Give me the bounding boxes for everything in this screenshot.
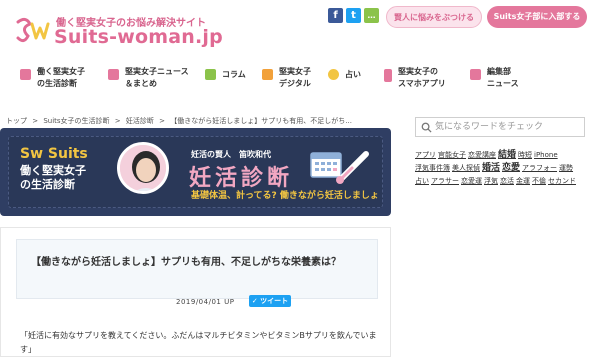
tag-link[interactable]: アプリ xyxy=(415,149,436,162)
nav-item-app[interactable]: 堅実女子の スマホアプリ xyxy=(384,60,446,90)
tag-link[interactable]: アラサー xyxy=(431,175,459,188)
book-icon xyxy=(205,69,216,80)
join-club-button[interactable]: Suits女子部に入部する xyxy=(487,6,587,28)
nav-label: 堅実女子 デジタル xyxy=(279,67,311,88)
article-header: 【働きながら妊活しましょ】サプリも有用、不足しがちな栄養素は？ xyxy=(16,239,378,299)
tablet-icon xyxy=(262,69,273,80)
banner-author: 妊活の賢人 笛吹和代 xyxy=(191,150,271,159)
twitter-icon[interactable]: t xyxy=(346,8,361,23)
breadcrumb-top[interactable]: トップ xyxy=(6,117,27,125)
star-icon xyxy=(328,69,339,80)
tag-link[interactable]: 婚活 xyxy=(482,162,500,175)
author-photo xyxy=(117,142,169,194)
site-logo[interactable]: Suits-woman.jp xyxy=(54,26,223,48)
tag-link[interactable]: 占い xyxy=(415,175,429,188)
article-date: 2019/04/01 UP xyxy=(176,298,235,306)
tag-link[interactable]: 金運 xyxy=(516,175,530,188)
tag-link[interactable]: セカンド xyxy=(548,175,576,188)
search-box xyxy=(415,117,585,137)
nav-item-editorial[interactable]: 編集部 ニュース xyxy=(470,60,519,90)
nav-label: 編集部 ニュース xyxy=(487,67,519,88)
tag-link[interactable]: アラフォー xyxy=(522,162,557,175)
tag-link[interactable]: 美人探偵 xyxy=(452,162,480,175)
article: 【働きながら妊活しましょ】サプリも有用、不足しがちな栄養素は？ 2019/04/… xyxy=(0,227,391,357)
tag-link[interactable]: 浮気 xyxy=(484,175,498,188)
breadcrumb-separator: > xyxy=(32,117,39,125)
breadcrumb-separator: > xyxy=(114,117,121,125)
search-input[interactable] xyxy=(435,119,583,135)
nav-item-column[interactable]: コラム xyxy=(205,60,246,81)
tag-link[interactable]: 恋愛 xyxy=(502,162,520,175)
twitter-icon: ✓ xyxy=(251,297,261,305)
news-icon xyxy=(108,69,119,80)
tag-link[interactable]: iPhone xyxy=(534,149,558,162)
nav-item-digital[interactable]: 堅実女子 デジタル xyxy=(262,60,311,90)
nav-item-diagnosis[interactable]: 働く堅実女子 の生活診断 xyxy=(20,60,85,90)
site-header: 働く堅実女子のお悩み解決サイト Suits-woman.jp f t … 賢人に… xyxy=(0,0,600,58)
nav-label: 堅実女子の スマホアプリ xyxy=(398,67,446,88)
thermometer-icon xyxy=(336,151,369,184)
tag-cloud: アプリ 官能女子 恋愛講座 結婚 時短 iPhone 浮気事件簿 美人探偵 婚活 恋愛 アラフォー運… xyxy=(415,149,590,188)
banner-subtitle: 働く堅実女子 の生活診断 xyxy=(20,164,86,191)
tag-link[interactable]: 浮気事件簿 xyxy=(415,162,450,175)
breadcrumb-separator: > xyxy=(159,117,166,125)
breadcrumb-current: 【働きながら妊活しましょ】サプリも有用、不足しがち... xyxy=(170,117,352,125)
fertility-diagnosis-banner[interactable]: Sw Suits 働く堅実女子 の生活診断 妊活の賢人 笛吹和代 妊活診断 基礎… xyxy=(0,128,391,216)
breadcrumb-diagnosis[interactable]: Suits女子の生活診断 xyxy=(43,117,109,125)
nav-item-news[interactable]: 堅実女子ニュース ＆まとめ xyxy=(108,60,189,90)
nav-label: 堅実女子ニュース ＆まとめ xyxy=(125,67,189,88)
facebook-icon[interactable]: f xyxy=(328,8,343,23)
tag-link[interactable]: 不倫 xyxy=(532,175,546,188)
tag-link[interactable]: 時短 xyxy=(518,149,532,162)
tag-link[interactable]: 官能女子 xyxy=(438,149,466,162)
tweet-button[interactable]: ✓ ツイート xyxy=(249,295,291,307)
nav-item-fortune[interactable]: 占い xyxy=(328,60,361,81)
tag-link[interactable]: 恋愛講座 xyxy=(468,149,496,162)
consult-expert-button[interactable]: 賢人に悩みをぶつける xyxy=(386,6,482,28)
checklist-icon xyxy=(20,69,31,80)
tweet-label: ツイート xyxy=(260,297,289,305)
article-title: 【働きながら妊活しましょ】サプリも有用、不足しがちな栄養素は？ xyxy=(31,257,341,268)
nav-label: コラム xyxy=(222,70,246,79)
tag-link[interactable]: 恋愛運 xyxy=(461,175,482,188)
editorial-icon xyxy=(470,69,481,80)
tag-link[interactable]: 結婚 xyxy=(498,149,516,162)
breadcrumb-fertility[interactable]: 妊活診断 xyxy=(126,117,154,125)
site-logo-mark[interactable] xyxy=(14,14,50,46)
article-body: 「妊活に有効なサプリを教えてください。ふだんはマルチビタミンやビタミンBサプリを… xyxy=(20,331,377,354)
page: 働く堅実女子のお悩み解決サイト Suits-woman.jp f t … 賢人に… xyxy=(0,0,600,357)
banner-logo: Sw Suits xyxy=(20,146,88,162)
breadcrumb: トップ > Suits女子の生活診断 > 妊活診断 > 【働きながら妊活しましょ… xyxy=(6,116,355,126)
nav-label: 占い xyxy=(345,70,361,79)
nav-label: 働く堅実女子 の生活診断 xyxy=(37,67,85,88)
global-nav: 働く堅実女子 の生活診断 堅実女子ニュース ＆まとめ コラム 堅実女子 デジタル… xyxy=(0,60,600,100)
smartphone-icon xyxy=(384,69,392,82)
chat-icon[interactable]: … xyxy=(364,8,379,23)
banner-catchphrase: 基礎体温、計ってる? 働きながら妊活しましょ xyxy=(191,191,379,201)
tag-link[interactable]: 運勢 xyxy=(559,162,573,175)
tag-link[interactable]: 恋活 xyxy=(500,175,514,188)
search-icon xyxy=(421,122,432,133)
